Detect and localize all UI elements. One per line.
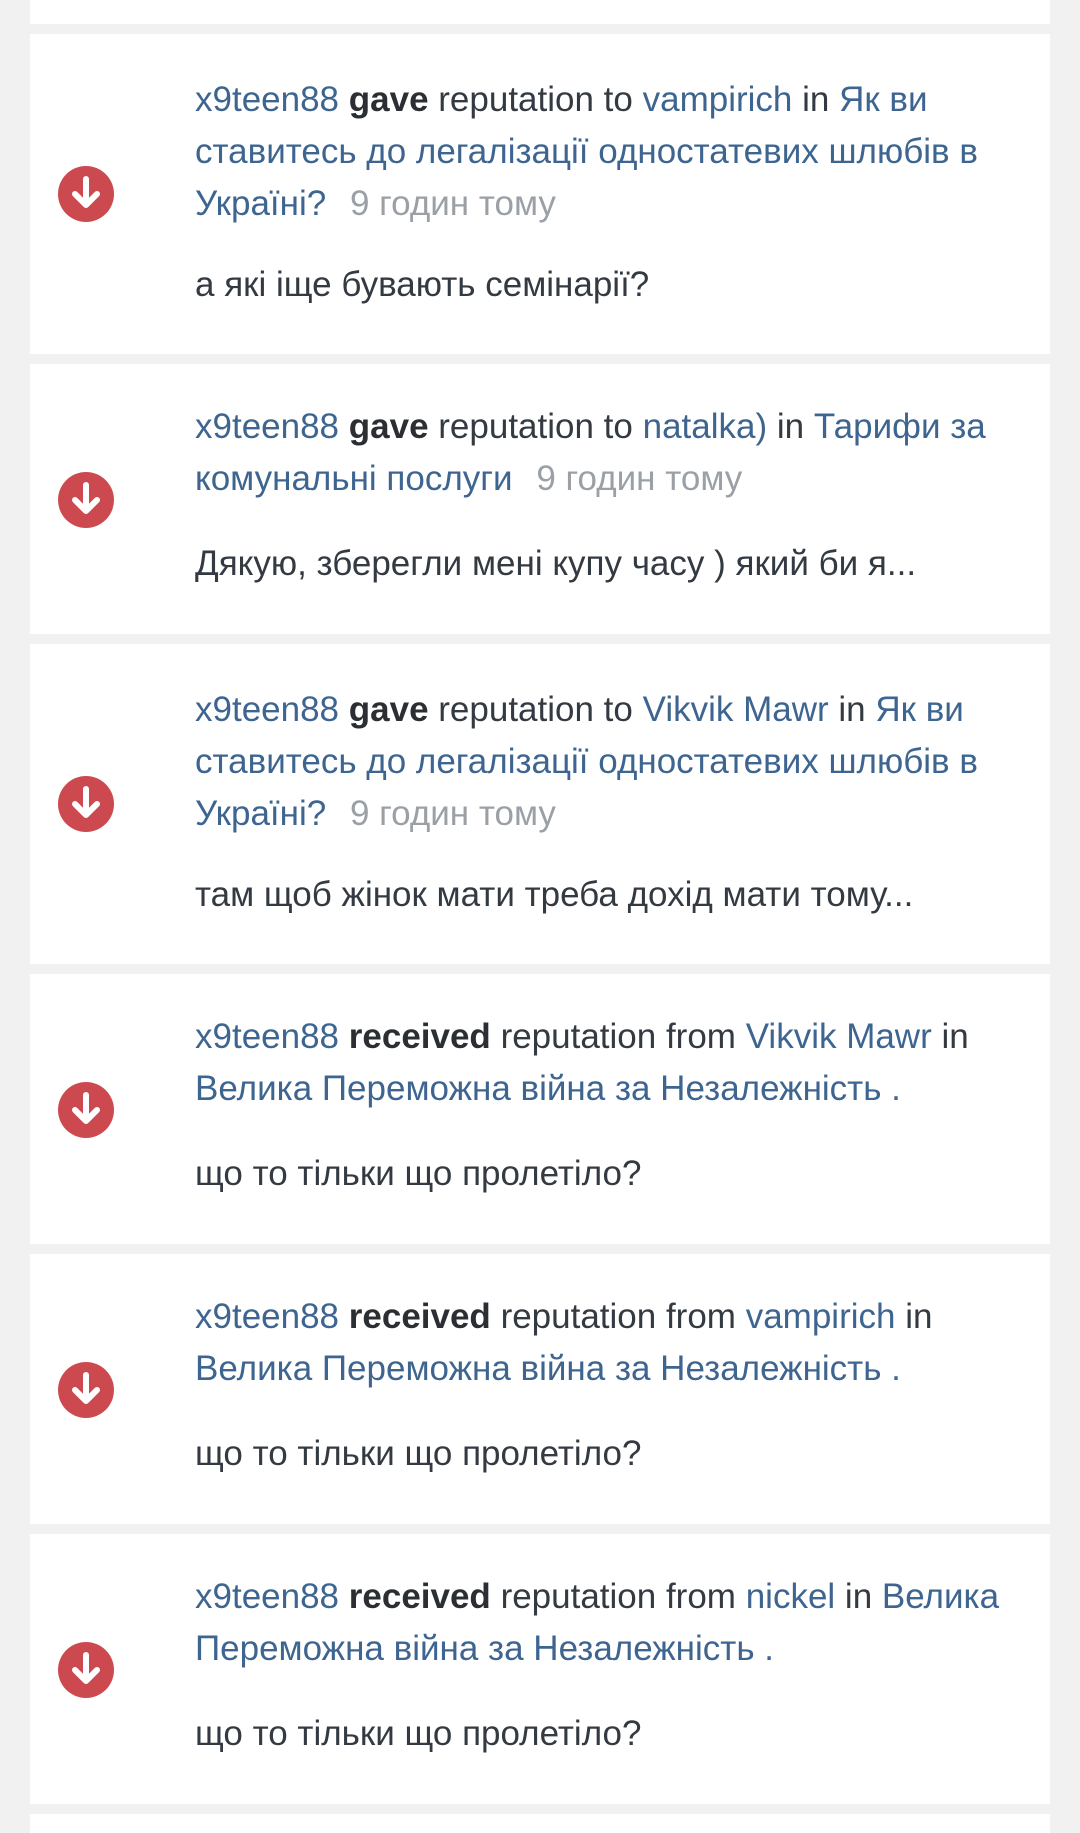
- list-item: x9teen88 gave reputation to natalka) in …: [30, 364, 1050, 634]
- action-text: reputation to: [438, 407, 633, 446]
- arrow-down-circle-icon: [58, 1082, 114, 1138]
- action-verb: gave: [348, 690, 429, 729]
- activity-feed: x9teen88 gave reputation to vampirich in…: [0, 0, 1080, 1833]
- action-verb: gave: [348, 407, 429, 446]
- timestamp: 9 годин тому: [349, 794, 556, 833]
- list-item-partial: [30, 1814, 1050, 1833]
- user-link[interactable]: x9teen88: [195, 1577, 339, 1616]
- user-link[interactable]: x9teen88: [195, 407, 339, 446]
- post-excerpt: там щоб жінок мати треба дохід мати тому…: [195, 875, 914, 914]
- action-text: reputation from: [500, 1577, 736, 1616]
- activity-headline: x9teen88 gave reputation to vampirich in…: [195, 74, 1045, 230]
- activity-headline: x9teen88 received reputation from Vikvik…: [195, 1011, 1045, 1115]
- in-text: in: [905, 1297, 933, 1336]
- target-user-link[interactable]: Vikvik Mawr: [746, 1017, 932, 1056]
- topic-link[interactable]: Велика Переможна війна за Незалежність .: [195, 1069, 901, 1108]
- target-user-link[interactable]: vampirich: [746, 1297, 896, 1336]
- target-user-link[interactable]: natalka): [643, 407, 768, 446]
- target-user-link[interactable]: vampirich: [643, 80, 793, 119]
- activity-headline: x9teen88 gave reputation to Vikvik Mawr …: [195, 684, 1045, 840]
- in-text: in: [941, 1017, 969, 1056]
- in-text: in: [802, 80, 830, 119]
- action-verb: received: [348, 1577, 491, 1616]
- in-text: in: [776, 407, 805, 446]
- post-excerpt: а які іще бувають семінарії?: [195, 265, 650, 304]
- action-text: reputation to: [438, 80, 633, 119]
- list-item: x9teen88 received reputation from vampir…: [30, 1254, 1050, 1524]
- activity-headline: x9teen88 received reputation from vampir…: [195, 1291, 1045, 1395]
- activity-headline: x9teen88 gave reputation to natalka) in …: [195, 401, 1045, 505]
- arrow-down-circle-icon: [58, 472, 114, 528]
- action-verb: received: [348, 1297, 491, 1336]
- timestamp: 9 годин тому: [349, 184, 556, 223]
- action-text: reputation to: [438, 690, 633, 729]
- post-excerpt: Дякую, зберегли мені купу часу ) який би…: [195, 544, 917, 583]
- action-text: reputation from: [500, 1017, 736, 1056]
- target-user-link[interactable]: Vikvik Mawr: [643, 690, 829, 729]
- timestamp: 9 годин тому: [536, 459, 743, 498]
- list-item: x9teen88 gave reputation to vampirich in…: [30, 34, 1050, 354]
- in-text: in: [838, 690, 866, 729]
- in-text: in: [844, 1577, 873, 1616]
- post-excerpt: що то тільки що пролетіло?: [195, 1434, 642, 1473]
- user-link[interactable]: x9teen88: [195, 690, 339, 729]
- list-item-partial: [30, 0, 1050, 24]
- arrow-down-circle-icon: [58, 1362, 114, 1418]
- user-link[interactable]: x9teen88: [195, 80, 339, 119]
- list-item: x9teen88 received reputation from Vikvik…: [30, 974, 1050, 1244]
- target-user-link[interactable]: nickel: [746, 1577, 835, 1616]
- activity-headline: x9teen88 received reputation from nickel…: [195, 1571, 1045, 1675]
- arrow-down-circle-icon: [58, 1642, 114, 1698]
- action-verb: gave: [348, 80, 429, 119]
- list-item: x9teen88 gave reputation to Vikvik Mawr …: [30, 644, 1050, 964]
- action-verb: received: [348, 1017, 491, 1056]
- list-item: x9teen88 received reputation from nickel…: [30, 1534, 1050, 1804]
- post-excerpt: що то тільки що пролетіло?: [195, 1154, 642, 1193]
- arrow-down-circle-icon: [58, 776, 114, 832]
- arrow-down-circle-icon: [58, 166, 114, 222]
- post-excerpt: що то тільки що пролетіло?: [195, 1714, 642, 1753]
- user-link[interactable]: x9teen88: [195, 1297, 339, 1336]
- topic-link[interactable]: Велика Переможна війна за Незалежність .: [195, 1349, 901, 1388]
- user-link[interactable]: x9teen88: [195, 1017, 339, 1056]
- action-text: reputation from: [500, 1297, 736, 1336]
